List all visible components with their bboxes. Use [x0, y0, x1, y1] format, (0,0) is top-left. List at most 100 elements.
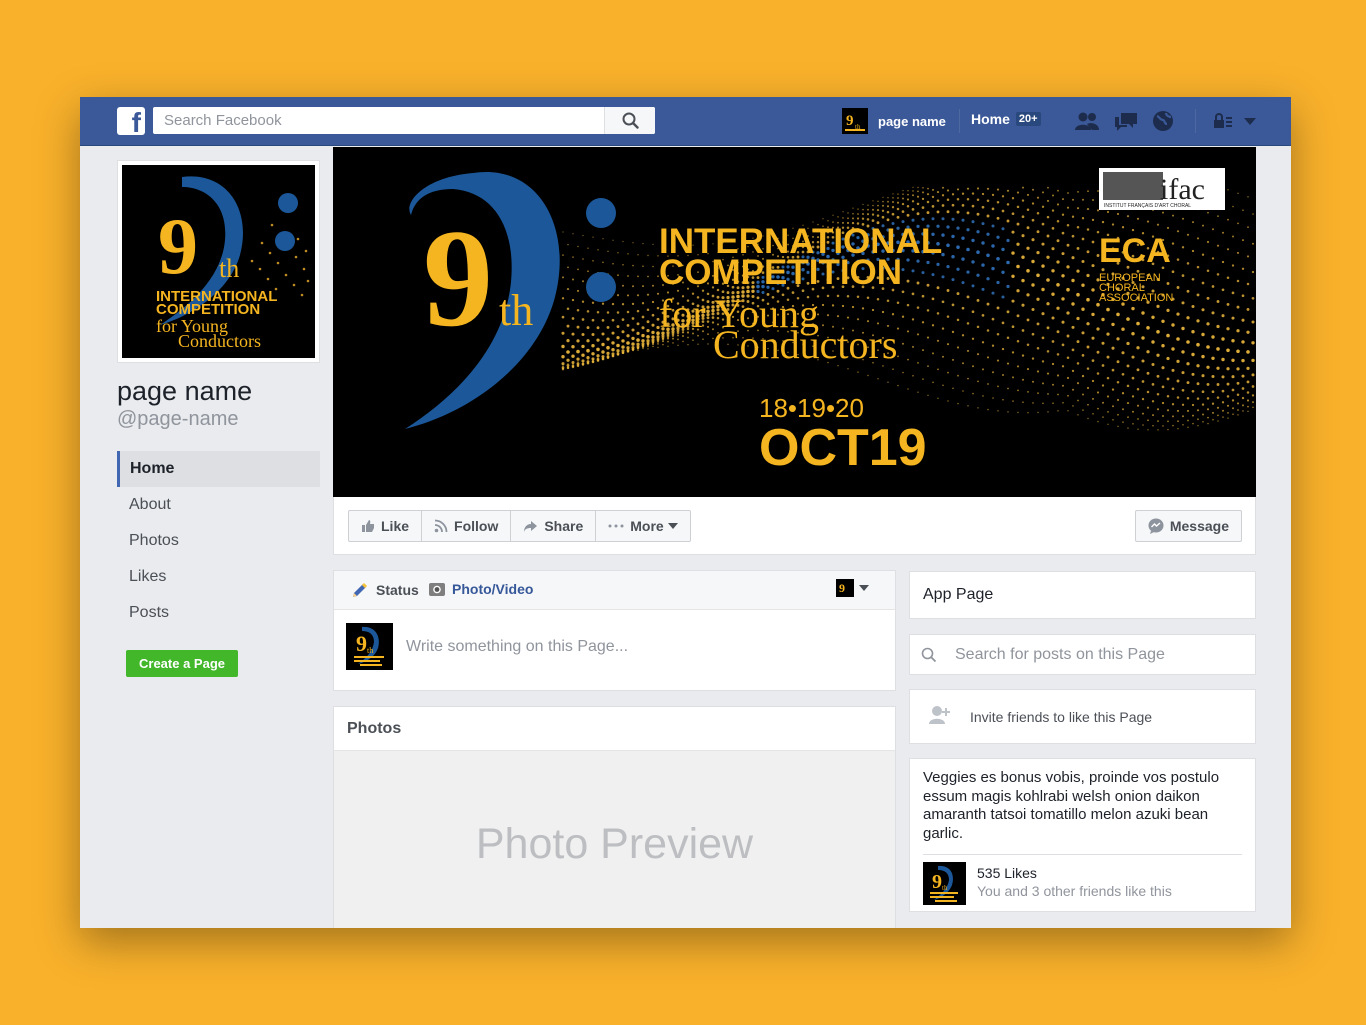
- like-button[interactable]: Like: [349, 511, 423, 541]
- svg-text:th: th: [367, 646, 373, 655]
- photos-card-title[interactable]: Photos: [334, 707, 895, 751]
- nav-home-link[interactable]: Home 20+: [971, 111, 1041, 127]
- search-box: [153, 107, 655, 134]
- pencil-icon: [353, 582, 368, 597]
- left-nav-item-about[interactable]: About: [117, 487, 320, 523]
- svg-text:9: 9: [839, 581, 845, 595]
- tab-status-label: Status: [376, 582, 419, 598]
- nav-avatar: 9th: [842, 108, 868, 134]
- ifac-logo-text: ifac: [1160, 173, 1205, 206]
- chevron-down-icon: [859, 585, 869, 591]
- left-nav-item-photos[interactable]: Photos: [117, 523, 320, 559]
- follow-button[interactable]: Follow: [422, 511, 512, 541]
- invite-friends-card[interactable]: Invite friends to like this Page: [909, 689, 1256, 744]
- left-nav-item-home[interactable]: Home: [117, 451, 320, 487]
- search-icon: [622, 112, 639, 129]
- invite-friends-label: Invite friends to like this Page: [970, 709, 1153, 725]
- more-label: More: [630, 518, 664, 534]
- nav-profile-name: page name: [878, 113, 946, 129]
- search-input[interactable]: [153, 107, 605, 134]
- app-page-card[interactable]: App Page: [909, 571, 1256, 619]
- privacy-shortcuts-icon[interactable]: [1210, 109, 1236, 133]
- top-navigation-bar: f 9th page name Home 20+: [80, 97, 1291, 146]
- svg-text:th: th: [942, 884, 948, 892]
- post-as-avatar: 9: [836, 579, 854, 597]
- profile-picture[interactable]: 9 th INTERNATIONAL COMPETITION for Young…: [117, 160, 320, 363]
- account-menu-chevron-down-icon[interactable]: [1237, 109, 1263, 133]
- share-label: Share: [544, 518, 584, 534]
- cover-photo[interactable]: 9 th INTERNATIONAL COMPETITION for Young…: [333, 147, 1256, 497]
- chevron-down-icon: [667, 523, 678, 529]
- bass-clef-dot-bottom: [586, 272, 616, 302]
- search-button[interactable]: [604, 107, 655, 134]
- notifications-globe-icon[interactable]: [1150, 109, 1176, 133]
- cover-line-conductors: Conductors: [713, 322, 897, 367]
- nav-divider: [1195, 109, 1196, 133]
- about-card: Veggies es bonus vobis, proinde vos post…: [909, 758, 1256, 912]
- post-as-selector[interactable]: 9: [836, 579, 869, 597]
- about-description: Veggies es bonus vobis, proinde vos post…: [923, 769, 1220, 842]
- svg-text:9: 9: [932, 871, 942, 893]
- eca-logo-text: ECA: [1099, 232, 1171, 270]
- facebook-page-window: f 9th page name Home 20+: [80, 97, 1291, 928]
- page-handle: @page-name: [117, 408, 239, 430]
- tab-status[interactable]: Status: [351, 581, 419, 599]
- profile-picture-artwork: 9 th INTERNATIONAL COMPETITION for Young…: [122, 165, 315, 358]
- tab-photo-video-label: Photo/Video: [452, 581, 534, 597]
- message-label: Message: [1169, 518, 1229, 534]
- composer-avatar: 9th: [346, 623, 393, 670]
- cover-action-bar: Like Follow Share More Message: [333, 497, 1256, 555]
- thumbs-up-icon: [362, 520, 374, 532]
- cover-ordinal: th: [499, 286, 533, 335]
- cover-artwork: 9 th INTERNATIONAL COMPETITION for Young…: [405, 168, 1255, 477]
- search-posts-box[interactable]: Search for posts on this Page: [909, 634, 1256, 675]
- nav-profile-link[interactable]: 9th page name: [842, 107, 946, 135]
- cover-numeral: 9: [423, 201, 493, 356]
- search-posts-input[interactable]: Search for posts on this Page: [955, 646, 1165, 664]
- search-icon: [921, 647, 937, 663]
- profile-art-ordinal: th: [219, 254, 239, 283]
- profile-art-line4: Conductors: [178, 331, 261, 351]
- left-nav-item-posts[interactable]: Posts: [117, 595, 320, 631]
- messenger-icon: [1148, 518, 1164, 534]
- likes-count[interactable]: 535 Likes: [977, 865, 1037, 881]
- facebook-logo-icon[interactable]: f: [117, 107, 145, 135]
- rss-follow-icon: [434, 519, 448, 533]
- cover-month-year: OCT19: [759, 419, 927, 477]
- tab-photo-video[interactable]: Photo/Video: [428, 581, 533, 597]
- svg-text:9: 9: [356, 631, 367, 656]
- likes-friends: You and 3 other friends like this: [977, 883, 1172, 899]
- divider: [923, 854, 1242, 855]
- ifac-logo-swatch: [1103, 172, 1163, 200]
- composer-body[interactable]: 9th Write something on this Page...: [334, 610, 895, 691]
- messages-icon[interactable]: [1113, 109, 1139, 133]
- left-navigation: Home About Photos Likes Posts: [117, 451, 320, 631]
- follow-label: Follow: [454, 518, 499, 534]
- share-arrow-icon: [524, 520, 538, 532]
- friend-requests-icon[interactable]: [1074, 109, 1100, 133]
- eca-line-3: ASSOCIATION: [1099, 292, 1173, 304]
- likes-avatar: 9th: [923, 862, 966, 905]
- more-button[interactable]: More: [596, 511, 689, 541]
- composer-text-input[interactable]: Write something on this Page...: [406, 638, 628, 656]
- create-page-button[interactable]: Create a Page: [126, 650, 238, 677]
- left-nav-item-likes[interactable]: Likes: [117, 559, 320, 595]
- cover-line-competition: COMPETITION: [659, 253, 902, 292]
- notification-badge: 20+: [1015, 112, 1041, 126]
- share-button[interactable]: Share: [511, 511, 597, 541]
- post-composer: Status Photo/Video 9 9th Write something…: [333, 570, 896, 691]
- like-label: Like: [381, 518, 410, 534]
- svg-text:9: 9: [846, 113, 854, 129]
- photo-preview[interactable]: Photo Preview: [334, 751, 895, 928]
- photos-card: Photos Photo Preview: [333, 706, 896, 928]
- ifac-logo-subtitle: INSTITUT FRANÇAIS D'ART CHORAL: [1104, 203, 1191, 209]
- message-button[interactable]: Message: [1134, 510, 1242, 542]
- add-friend-icon: [929, 706, 950, 724]
- page-title: page name: [117, 376, 253, 406]
- more-dots-icon: [608, 524, 624, 528]
- nav-home-label: Home: [971, 111, 1010, 127]
- composer-tabs: Status Photo/Video 9: [334, 571, 895, 610]
- bass-clef-dot-top: [586, 198, 616, 228]
- nav-divider: [959, 109, 960, 133]
- page-action-buttons: Like Follow Share More: [348, 510, 691, 542]
